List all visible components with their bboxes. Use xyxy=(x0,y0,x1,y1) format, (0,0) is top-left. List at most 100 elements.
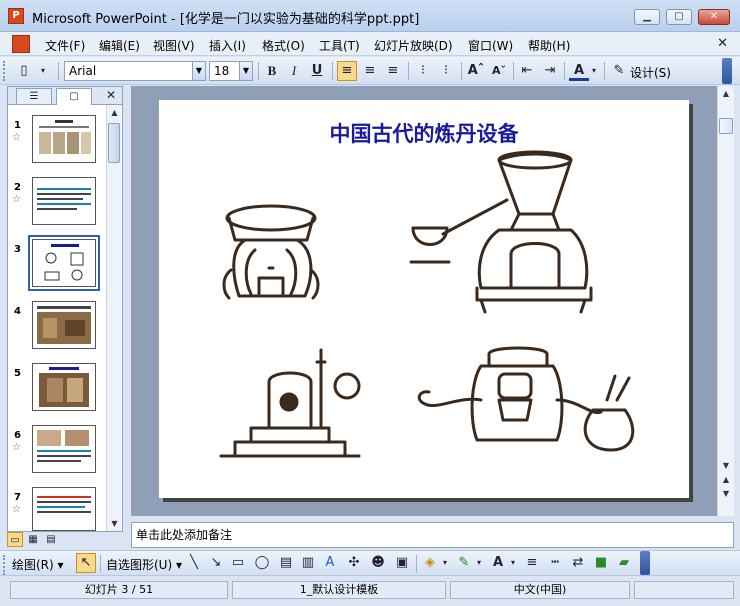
new-document-icon[interactable]: ▯ xyxy=(14,61,34,81)
scroll-thumb[interactable] xyxy=(108,123,120,163)
previous-slide-icon[interactable]: ▲ xyxy=(718,472,734,487)
slide-thumbnail-5[interactable] xyxy=(32,363,96,411)
line-style-icon[interactable]: ≡ xyxy=(522,553,542,573)
close-window-button[interactable]: ✕ xyxy=(698,9,730,25)
font-color-icon[interactable]: A xyxy=(569,61,589,81)
italic-button[interactable]: I xyxy=(284,61,304,81)
chevron-down-icon[interactable]: ▾ xyxy=(440,553,450,573)
fill-color-icon[interactable]: ◈ xyxy=(420,553,440,573)
increase-indent-icon[interactable]: ⇥ xyxy=(540,61,560,81)
bold-button[interactable]: B xyxy=(262,61,282,81)
dash-style-icon[interactable]: ┅ xyxy=(545,553,565,573)
chevron-down-icon[interactable]: ▼ xyxy=(239,62,252,80)
toolbar-grip[interactable] xyxy=(3,61,7,81)
language-indicator[interactable]: 中文(中国) xyxy=(450,581,630,599)
slide-thumbnail-7[interactable] xyxy=(32,487,96,531)
align-right-icon[interactable]: ≡ xyxy=(383,61,403,81)
chevron-down-icon[interactable]: ▾ xyxy=(474,553,484,573)
menu-insert[interactable]: 插入(I) xyxy=(209,37,246,54)
slide-sorter-view-icon[interactable]: ▦ xyxy=(25,532,41,547)
slide-thumbnail-3[interactable] xyxy=(28,235,100,291)
rectangle-tool-icon[interactable]: ▭ xyxy=(228,553,248,573)
vertical-textbox-icon[interactable]: ▥ xyxy=(298,553,318,573)
close-document-button[interactable]: ✕ xyxy=(717,36,728,51)
clipart-icon[interactable]: ☻ xyxy=(368,553,388,573)
bulleted-list-icon[interactable]: ⁝ xyxy=(436,61,456,81)
animation-star-icon: ☆ xyxy=(12,442,21,453)
toolbar-options-icon[interactable]: ▾ xyxy=(36,61,50,81)
wordart-icon[interactable]: A xyxy=(320,553,340,573)
scroll-up-icon[interactable]: ▲ xyxy=(718,86,734,101)
line-tool-icon[interactable]: ╲ xyxy=(184,553,204,573)
tab-outline[interactable]: ☰ xyxy=(16,88,52,104)
notes-pane[interactable]: 单击此处添加备注 xyxy=(131,522,734,548)
menu-edit[interactable]: 编辑(E) xyxy=(99,37,140,54)
font-name-select[interactable]: Arial ▼ xyxy=(64,61,206,81)
select-pointer-icon[interactable]: ↖ xyxy=(76,553,96,573)
panel-scrollbar[interactable]: ▲ ▼ xyxy=(106,105,121,531)
design-icon[interactable]: ✎ xyxy=(609,61,629,81)
close-icon[interactable]: ✕ xyxy=(106,88,116,102)
menu-tools[interactable]: 工具(T) xyxy=(319,37,360,54)
shadow-style-icon[interactable]: ■ xyxy=(591,553,611,573)
next-slide-icon[interactable]: ▼ xyxy=(718,486,734,501)
decrease-font-icon[interactable]: Aˇ xyxy=(489,61,509,81)
current-slide[interactable]: 中国古代的炼丹设备 xyxy=(159,100,689,498)
3d-style-icon[interactable]: ▰ xyxy=(614,553,634,573)
minimize-button[interactable]: ▁ xyxy=(634,9,660,25)
alchemy-apparatus-illustrations[interactable] xyxy=(159,100,689,498)
slideshow-view-icon[interactable]: ▤ xyxy=(43,532,59,547)
toolbar-grip[interactable] xyxy=(3,555,7,575)
draw-menu-button[interactable]: 绘图(R) ▾ xyxy=(12,556,64,573)
font-color-icon[interactable]: A xyxy=(488,553,508,573)
textbox-tool-icon[interactable]: ▤ xyxy=(276,553,296,573)
toolbar-options-icon[interactable] xyxy=(722,58,732,84)
powerpoint-app-icon[interactable]: P xyxy=(8,8,24,24)
design-template-indicator[interactable]: 1_默认设计模板 xyxy=(232,581,446,599)
autoshapes-menu-button[interactable]: 自选图形(U) ▾ xyxy=(106,556,182,573)
font-size-value: 18 xyxy=(214,64,230,78)
oval-tool-icon[interactable]: ◯ xyxy=(252,553,272,573)
line-color-icon[interactable]: ✎ xyxy=(454,553,474,573)
font-size-select[interactable]: 18 ▼ xyxy=(209,61,253,81)
chevron-down-icon[interactable]: ▾ xyxy=(589,61,599,81)
align-center-icon[interactable]: ≡ xyxy=(360,61,380,81)
menu-view[interactable]: 视图(V) xyxy=(153,37,195,54)
view-buttons: ▭ ▦ ▤ xyxy=(7,532,69,548)
toolbar-options-icon[interactable] xyxy=(640,551,650,575)
align-left-icon[interactable]: ≡ xyxy=(337,61,357,81)
menu-window[interactable]: 窗口(W) xyxy=(468,37,513,54)
arrow-tool-icon[interactable]: ↘ xyxy=(206,553,226,573)
normal-view-icon[interactable]: ▭ xyxy=(7,532,23,547)
scroll-down-icon[interactable]: ▼ xyxy=(718,458,734,473)
slide-position-indicator: 幻灯片 3 / 51 xyxy=(10,581,228,599)
slide-preview xyxy=(39,367,89,407)
document-icon[interactable] xyxy=(12,35,30,53)
diagram-icon[interactable]: ✣ xyxy=(344,553,364,573)
scroll-thumb[interactable] xyxy=(719,118,733,134)
underline-button[interactable]: U xyxy=(307,61,327,81)
slide-thumbnail-6[interactable] xyxy=(32,425,96,473)
design-button[interactable]: 设计(S) xyxy=(630,64,671,81)
slide-thumbnail-2[interactable] xyxy=(32,177,96,225)
numbered-list-icon[interactable]: ⁝ xyxy=(413,61,433,81)
slide-thumbnail-4[interactable] xyxy=(32,301,96,349)
menu-file[interactable]: 文件(F) xyxy=(45,37,85,54)
increase-font-icon[interactable]: Aˆ xyxy=(466,61,486,81)
menu-bar: 文件(F) 编辑(E) 视图(V) 插入(I) 格式(O) 工具(T) 幻灯片放… xyxy=(0,32,740,56)
menu-format[interactable]: 格式(O) xyxy=(262,37,305,54)
tab-slides[interactable]: ▢ xyxy=(56,88,92,105)
scroll-up-icon[interactable]: ▲ xyxy=(107,105,122,120)
scroll-down-icon[interactable]: ▼ xyxy=(107,516,122,531)
slide-thumbnail-1[interactable] xyxy=(32,115,96,163)
separator xyxy=(461,62,462,80)
chevron-down-icon[interactable]: ▼ xyxy=(192,62,205,80)
decrease-indent-icon[interactable]: ⇤ xyxy=(517,61,537,81)
insert-picture-icon[interactable]: ▣ xyxy=(392,553,412,573)
main-scrollbar[interactable]: ▲ ▼ ▲ ▼ xyxy=(717,86,734,516)
arrow-style-icon[interactable]: ⇄ xyxy=(568,553,588,573)
maximize-button[interactable]: ▢ xyxy=(666,9,692,25)
chevron-down-icon[interactable]: ▾ xyxy=(508,553,518,573)
menu-help[interactable]: 帮助(H) xyxy=(528,37,570,54)
menu-slideshow[interactable]: 幻灯片放映(D) xyxy=(374,37,453,54)
